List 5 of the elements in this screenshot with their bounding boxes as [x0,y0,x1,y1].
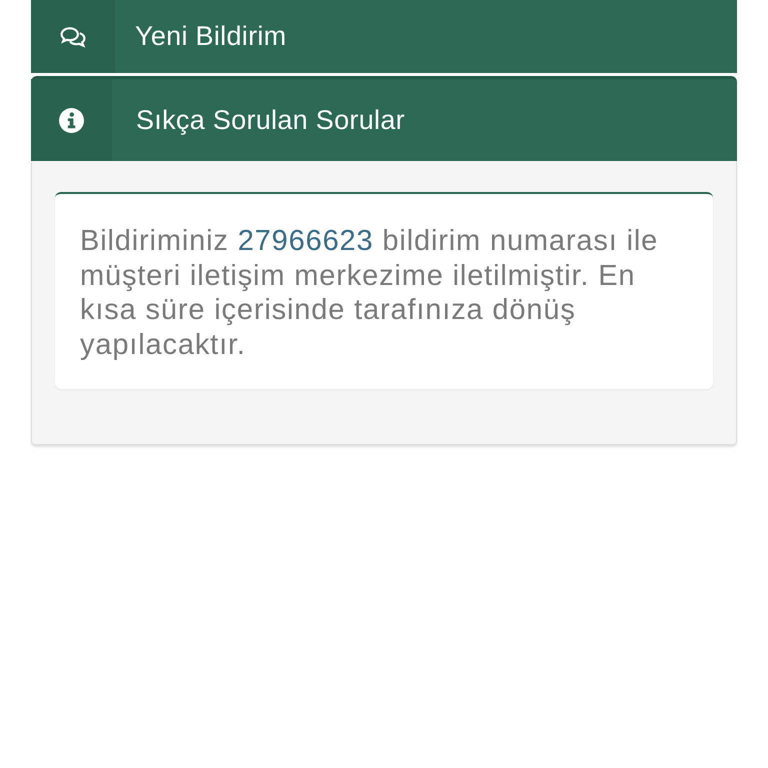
info-icon [59,108,84,132]
menu-item[interactable]: Sıkça Sorulan Sorular [31,76,737,161]
speech-bubbles-icon [60,24,86,48]
confirmation-message: Bildiriminiz 27966623 bildirim numarası ile müşteri iletişim merkezime iletilmiştir. En kısa süre içerisinde tarafınıza dönüş yapılacaktır. [80,224,660,363]
menu-item[interactable]: Yeni Bildirim [31,0,737,73]
